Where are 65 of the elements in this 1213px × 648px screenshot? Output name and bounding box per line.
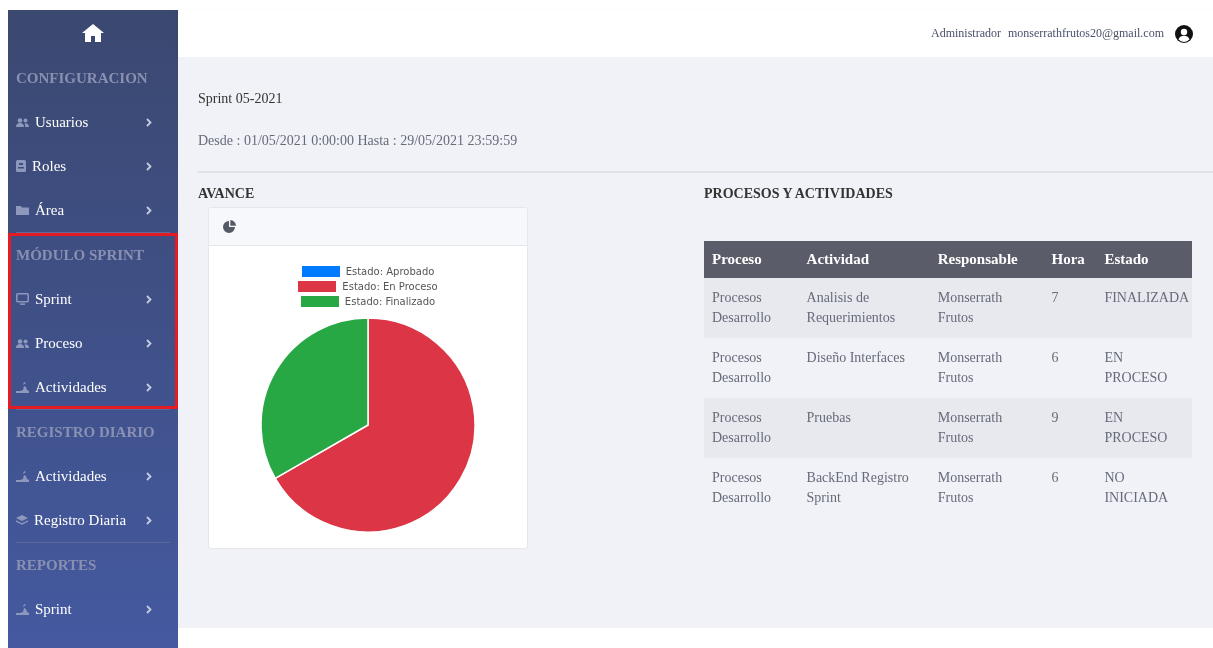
table-cell: 6	[1043, 338, 1097, 398]
column-header: Estado	[1096, 241, 1192, 278]
chevron-right-icon	[146, 382, 152, 392]
table-cell: Procesos Desarrollo	[704, 398, 799, 458]
sidebar-item[interactable]: Área	[16, 188, 170, 232]
sidebar-item[interactable]: Roles	[16, 144, 170, 188]
sidebar-item[interactable]: Proceso	[16, 321, 170, 365]
chevron-right-icon	[146, 117, 152, 127]
sidebar-item[interactable]: Registro Diaria	[16, 498, 170, 542]
table-cell: 6	[1043, 458, 1097, 518]
table-cell: EN PROCESO	[1096, 338, 1192, 398]
table-cell: Analisis de Requerimientos	[798, 278, 930, 338]
column-header: Hora	[1043, 241, 1097, 278]
chevron-right-icon	[146, 471, 152, 481]
chevron-right-icon	[146, 161, 152, 171]
home-icon[interactable]	[81, 23, 105, 43]
chevron-right-icon	[146, 294, 152, 304]
column-header: Responsable	[929, 241, 1044, 278]
legend-label: Estado: Aprobado	[345, 266, 435, 277]
table-cell: Monserrath Frutos	[929, 338, 1044, 398]
table-cell: 7	[1043, 278, 1097, 338]
table-cell: EN PROCESO	[1096, 398, 1192, 458]
table-cell: Monserrath Frutos	[929, 398, 1044, 458]
table-cell: Procesos Desarrollo	[704, 338, 799, 398]
section-heading: CONFIGURACION	[16, 69, 149, 88]
table-cell: BackEnd Registro Sprint	[798, 458, 930, 518]
user-role: Administrador	[930, 26, 1001, 41]
table-cell: NO INICIADA	[1096, 458, 1192, 518]
users-icon	[16, 338, 29, 348]
table-cell: FINALIZADA	[1096, 278, 1192, 338]
table-cell: Procesos Desarrollo	[704, 278, 799, 338]
users-icon	[16, 117, 29, 127]
legend-label: Estado: Finalizado	[344, 296, 436, 307]
chevron-right-icon	[146, 604, 152, 614]
table-cell: Monserrath Frutos	[929, 458, 1044, 518]
sidebar-item[interactable]: Actividades	[16, 365, 170, 409]
table-cell: Procesos Desarrollo	[704, 458, 799, 518]
column-header: Proceso	[704, 241, 799, 278]
user-avatar-icon[interactable]	[1175, 24, 1193, 43]
column-header: Actividad	[798, 241, 930, 278]
chevron-right-icon	[146, 515, 152, 525]
table-cell: Monserrath Frutos	[929, 278, 1044, 338]
pie-chart-icon	[223, 220, 236, 233]
section-heading: PROCESOS Y ACTIVIDADES	[704, 186, 894, 203]
sidebar-item[interactable]: Usuarios	[16, 100, 170, 144]
sidebar-item[interactable]: Sprint	[16, 587, 170, 631]
chevron-right-icon	[146, 338, 152, 348]
sidebar-item[interactable]: Actividades	[16, 454, 170, 498]
table-cell: 9	[1043, 398, 1097, 458]
legend-label: Estado: En Proceso	[342, 281, 438, 292]
sprint-title: Sprint 05-2021	[198, 91, 284, 108]
section-heading: REGISTRO DIARIO	[16, 423, 156, 442]
folder-icon	[16, 205, 29, 215]
section-heading: MÓDULO SPRINT	[16, 246, 145, 265]
id-card-icon	[16, 160, 26, 172]
user-email: monserrathfrutos20@gmail.com	[1007, 26, 1164, 41]
table-cell: Diseño Interfaces	[798, 338, 930, 398]
sidebar-item[interactable]: Sprint	[16, 277, 170, 321]
section-heading: AVANCE	[198, 186, 256, 203]
section-heading: REPORTES	[16, 556, 98, 575]
table-cell: Pruebas	[798, 398, 930, 458]
layers-icon	[16, 514, 28, 526]
sprint-date-range: Desde : 01/05/2021 0:00:00 Hasta : 29/05/2021 23:59:59	[198, 133, 519, 149]
monitor-icon	[16, 293, 29, 305]
chevron-right-icon	[146, 205, 152, 215]
